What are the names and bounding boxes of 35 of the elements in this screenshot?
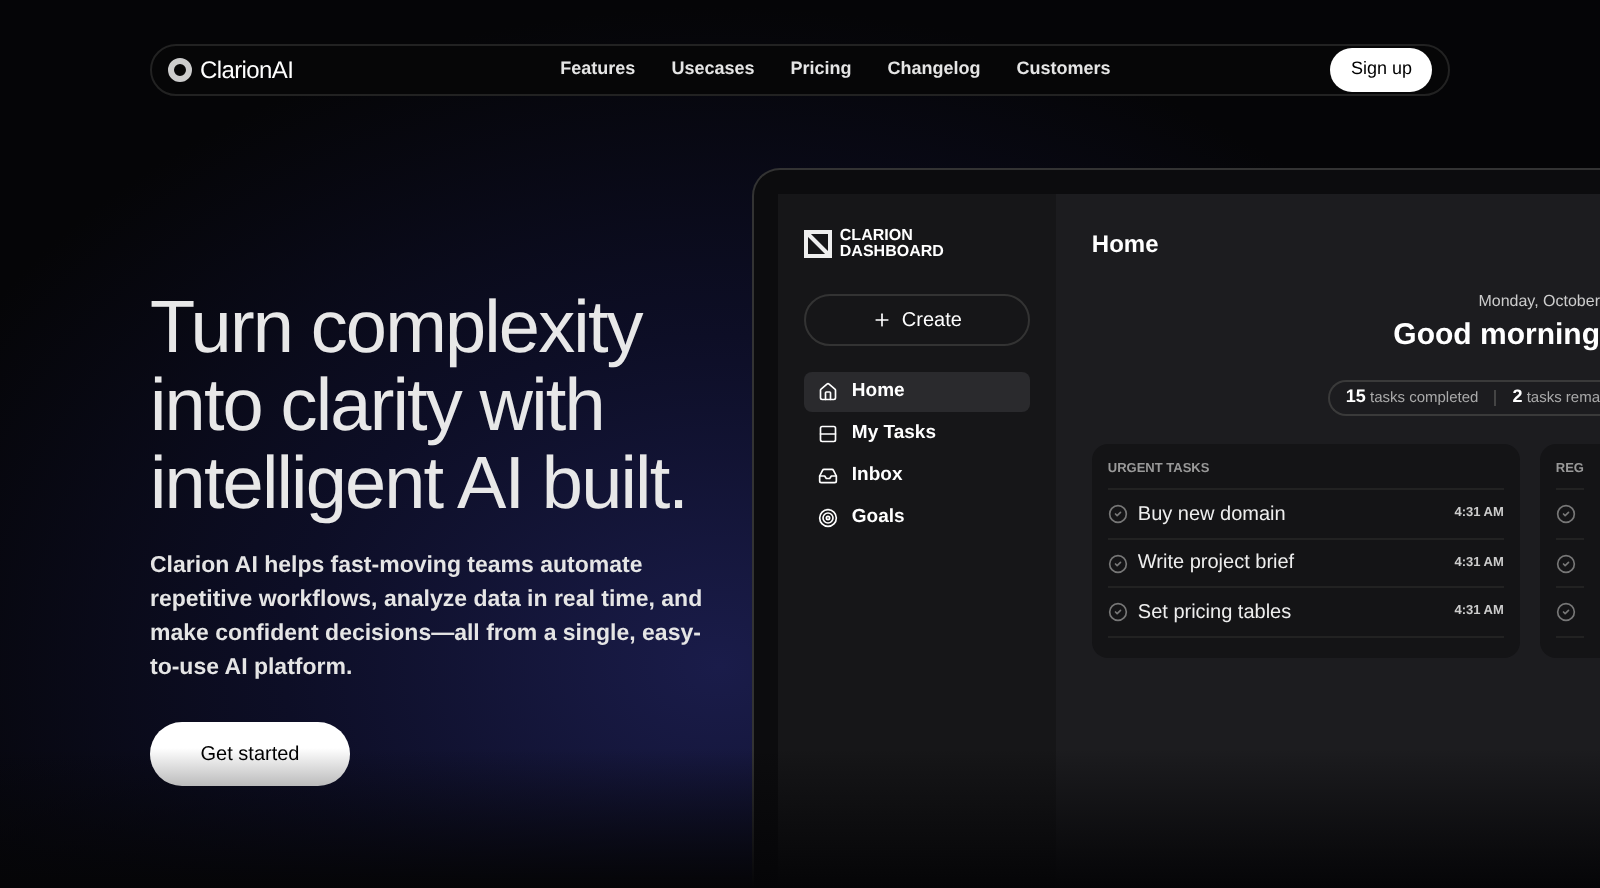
stack-icon	[817, 424, 838, 444]
check-circle-icon[interactable]	[1107, 553, 1128, 573]
page-title: Home	[1091, 228, 1161, 262]
sidebar-item[interactable]: My Tasks	[803, 414, 1030, 454]
nav-link[interactable]: Customers	[1016, 56, 1111, 84]
plus-icon	[871, 310, 892, 330]
sign-up-button[interactable]: Sign up	[1330, 48, 1432, 92]
logo-icon	[168, 58, 192, 82]
sidebar-item[interactable]: Goals	[803, 498, 1030, 538]
check-circle-icon[interactable]	[1555, 602, 1576, 622]
greeting-heading: Good morning	[1393, 316, 1600, 356]
nav-link[interactable]: Pricing	[790, 56, 852, 84]
hero-description: Clarion AI helps fast-moving teams automate repetitive workflows, analyze data in real time, and make confident decisions—all from a single, easy-to-use AI platform.	[150, 552, 705, 684]
check-circle-icon[interactable]	[1107, 602, 1128, 622]
target-icon	[817, 508, 838, 528]
task-name: Set pricing tables	[1137, 599, 1294, 627]
get-started-button[interactable]: Get started	[150, 722, 350, 786]
check-circle-icon[interactable]	[1107, 504, 1128, 524]
sidebar-item[interactable]: Inbox	[803, 456, 1030, 496]
inbox-icon	[817, 466, 838, 486]
brand-name[interactable]: ClarionAI	[200, 52, 560, 88]
home-icon	[817, 382, 838, 402]
check-circle-icon[interactable]	[1555, 504, 1576, 524]
nav-link[interactable]: Usecases	[671, 56, 755, 84]
nav-link[interactable]: Changelog	[887, 56, 981, 84]
nav-link[interactable]: Features	[560, 56, 636, 84]
sidebar-item[interactable]: Home	[803, 372, 1030, 412]
create-button[interactable]: Create	[803, 294, 1030, 346]
task-name: Write project brief	[1137, 550, 1297, 578]
date-text: Monday, October	[1478, 290, 1600, 314]
dashboard-logo-text: CLARION DASHBOARD	[839, 228, 944, 260]
hero-heading: Turn complexity into clarity with intelligent AI built.	[150, 288, 690, 522]
task-name: Buy new domain	[1137, 501, 1288, 529]
check-circle-icon[interactable]	[1555, 553, 1576, 573]
logo-icon	[803, 230, 832, 258]
